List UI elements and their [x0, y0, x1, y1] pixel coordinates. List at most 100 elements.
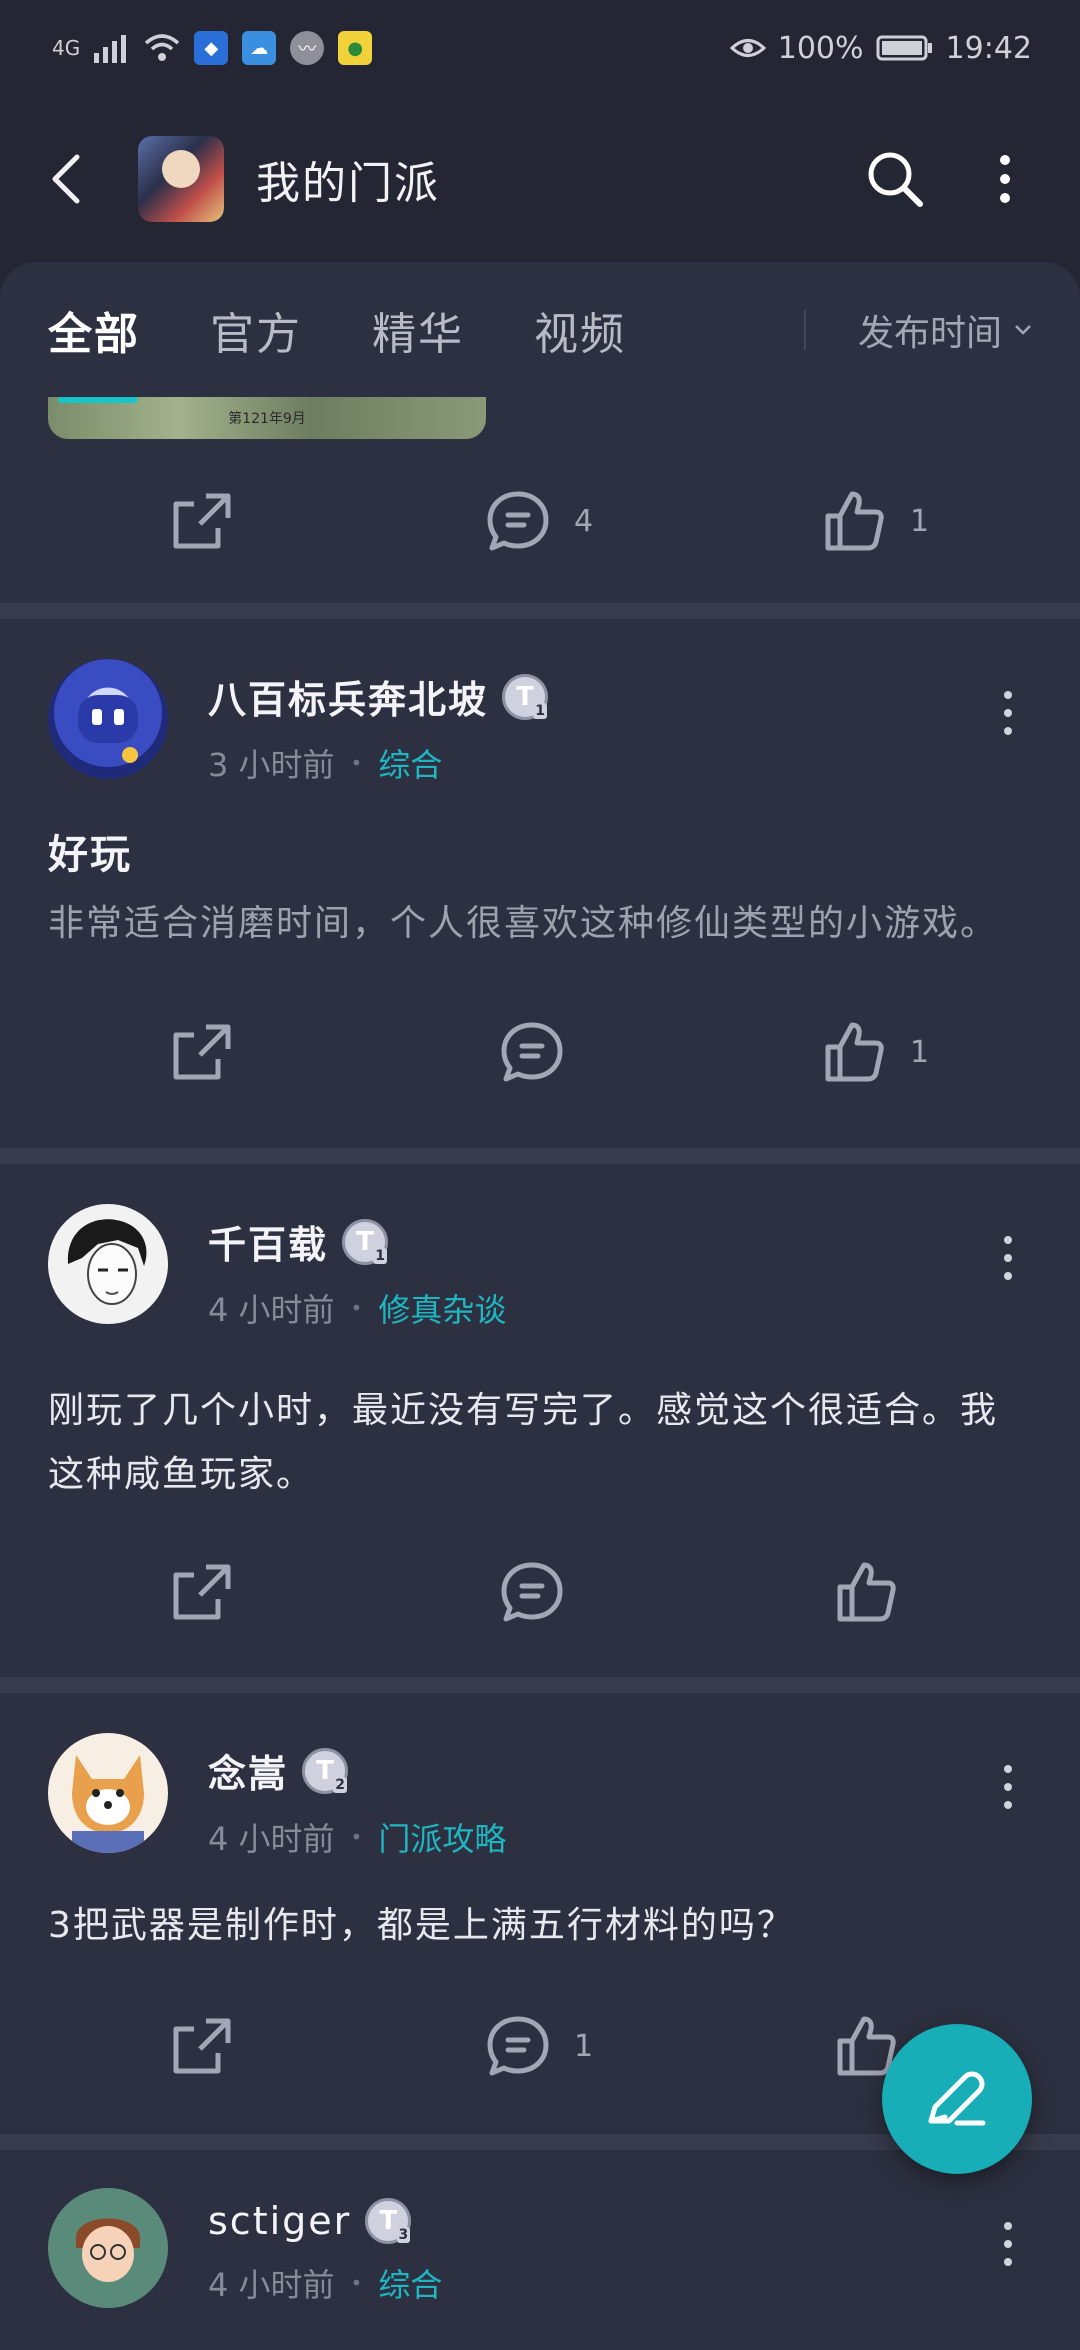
like-button[interactable]: 1 — [822, 1021, 929, 1083]
comment-icon — [501, 1022, 563, 1082]
more-menu-button[interactable] — [970, 144, 1040, 214]
share-icon — [173, 1564, 231, 1620]
tab-all[interactable]: 全部 — [48, 298, 140, 362]
name-row: 念嵩 T2 — [208, 1743, 1032, 1798]
signal-icon — [94, 35, 127, 63]
post-title: 好玩 — [48, 832, 132, 878]
comment-button[interactable] — [500, 1021, 564, 1083]
compose-post-button[interactable] — [882, 2024, 1032, 2174]
comment-button[interactable]: 1 — [486, 2015, 593, 2077]
like-button[interactable]: 1 — [822, 490, 929, 552]
share-button[interactable] — [170, 490, 234, 552]
meta-dot: • — [350, 1296, 363, 1320]
tab-official[interactable]: 官方 — [210, 298, 302, 362]
post-card[interactable]: 千百载 T1 4 小时前 • 修真杂谈 刚玩了几个小时，最近没有写完了。感觉这个… — [0, 1164, 1080, 1677]
tab-divider — [803, 309, 806, 350]
name-row: sctiger T3 — [208, 2198, 1032, 2244]
post-time: 3 小时前 — [208, 746, 335, 784]
post-category[interactable]: 门派攻略 — [378, 1814, 506, 1860]
post-author: 念嵩 T2 4 小时前 • 门派攻略 — [0, 1693, 1080, 1860]
post-more-button[interactable] — [988, 1228, 1028, 1288]
avatar[interactable] — [48, 2188, 168, 2308]
more-vertical-icon — [1000, 155, 1010, 203]
image-caption: 第121年9月 — [228, 411, 306, 427]
post-more-button[interactable] — [988, 2214, 1028, 2274]
share-icon — [173, 493, 231, 549]
post-card[interactable]: sctiger T3 4 小时前 • 综合 — [0, 2150, 1080, 2350]
image-highlight-bar — [58, 397, 138, 403]
comment-icon — [487, 491, 549, 551]
sort-dropdown[interactable]: 发布时间 — [858, 304, 1032, 356]
edit-pen-icon — [928, 2071, 986, 2126]
tab-featured[interactable]: 精华 — [372, 298, 464, 362]
author-name[interactable]: sctiger — [208, 2199, 351, 2243]
reward-app-icon: ● — [338, 31, 373, 65]
status-left: 4G ◆ ☁ 〰 ● — [52, 31, 373, 65]
author-name[interactable]: 念嵩 — [208, 1743, 288, 1798]
tab-video[interactable]: 视频 — [534, 298, 626, 362]
author-info: sctiger T3 4 小时前 • 综合 — [208, 2188, 1032, 2306]
author-info: 念嵩 T2 4 小时前 • 门派攻略 — [208, 1733, 1032, 1860]
post-actions: 4 1 — [0, 439, 1080, 603]
share-button[interactable] — [170, 1021, 234, 1083]
name-row: 千百载 T1 — [208, 1214, 1032, 1269]
back-button[interactable] — [40, 149, 90, 209]
like-button[interactable] — [834, 1561, 898, 1623]
post-body[interactable]: 好玩 非常适合消磨时间，个人很喜欢这种修仙类型的小游戏。 — [0, 786, 1080, 956]
post-author: 千百载 T1 4 小时前 • 修真杂谈 — [0, 1164, 1080, 1331]
level-badge: T2 — [302, 1747, 349, 1794]
like-count: 1 — [910, 1034, 930, 1070]
post-image[interactable]: 第121年9月 — [48, 397, 486, 439]
share-icon — [173, 1024, 231, 1080]
status-bar: 4G ◆ ☁ 〰 ● 100% 19:42 — [0, 0, 1080, 96]
avatar[interactable] — [48, 659, 168, 779]
share-icon — [173, 2018, 231, 2074]
post-separator — [0, 1677, 1080, 1693]
eye-comfort-icon — [729, 39, 766, 57]
filter-tabs: 全部 官方 精华 视频 发布时间 — [0, 262, 1080, 397]
post-text: 非常适合消磨时间，个人很喜欢这种修仙类型的小游戏。 — [48, 903, 999, 944]
share-button[interactable] — [170, 1561, 234, 1623]
name-row: 八百标兵奔北坡 T1 — [208, 669, 1032, 724]
meta-dot: • — [350, 1825, 363, 1849]
comment-button[interactable] — [500, 1561, 564, 1623]
post-category[interactable]: 综合 — [378, 740, 442, 786]
meta-dot: • — [350, 2271, 363, 2295]
post-actions: 1 — [0, 956, 1080, 1148]
post-category[interactable]: 综合 — [378, 2260, 442, 2306]
comment-icon — [501, 1562, 563, 1622]
post-card[interactable]: 第121年9月 4 1 — [0, 397, 1080, 603]
post-separator — [0, 1148, 1080, 1164]
search-icon — [868, 152, 923, 207]
post-more-button[interactable] — [988, 683, 1028, 743]
post-text: 3把武器是制作时，都是上满五行材料的吗？ — [48, 1905, 795, 1946]
badge-level: 1 — [533, 702, 548, 719]
search-button[interactable] — [860, 144, 930, 214]
post-body[interactable]: 刚玩了几个小时，最近没有写完了。感觉这个很适合。我这种咸鱼玩家。 — [0, 1331, 1080, 1507]
thumbs-up-icon — [825, 1022, 884, 1082]
avatar[interactable] — [48, 1733, 168, 1853]
network-label: 4G — [52, 36, 81, 60]
avatar[interactable] — [48, 1204, 168, 1324]
post-card[interactable]: 八百标兵奔北坡 T1 3 小时前 • 综合 好玩 非常适合消磨时间，个人很喜欢这… — [0, 619, 1080, 1148]
share-button[interactable] — [170, 2015, 234, 2077]
shiba-avatar-icon — [72, 1755, 144, 1853]
back-icon — [52, 154, 80, 204]
comment-button[interactable]: 4 — [486, 490, 593, 552]
post-category[interactable]: 修真杂谈 — [378, 1285, 506, 1331]
post-more-button[interactable] — [988, 1757, 1028, 1817]
author-name[interactable]: 千百载 — [208, 1214, 328, 1269]
anime-avatar-icon — [67, 1219, 147, 1305]
post-actions — [0, 1507, 1080, 1677]
post-separator — [0, 603, 1080, 619]
shield-app-icon: ◆ — [194, 31, 229, 65]
like-count: 1 — [910, 503, 930, 539]
author-name[interactable]: 八百标兵奔北坡 — [208, 669, 488, 724]
thumbs-up-icon — [837, 1562, 896, 1622]
badge-level: 1 — [373, 1247, 388, 1264]
battery-percent: 100% — [777, 30, 864, 66]
post-body[interactable]: 3把武器是制作时，都是上满五行材料的吗？ — [0, 1860, 1080, 1958]
post-time: 4 小时前 — [208, 1291, 335, 1329]
sort-label: 发布时间 — [857, 312, 1002, 354]
post-time: 4 小时前 — [208, 2266, 335, 2304]
